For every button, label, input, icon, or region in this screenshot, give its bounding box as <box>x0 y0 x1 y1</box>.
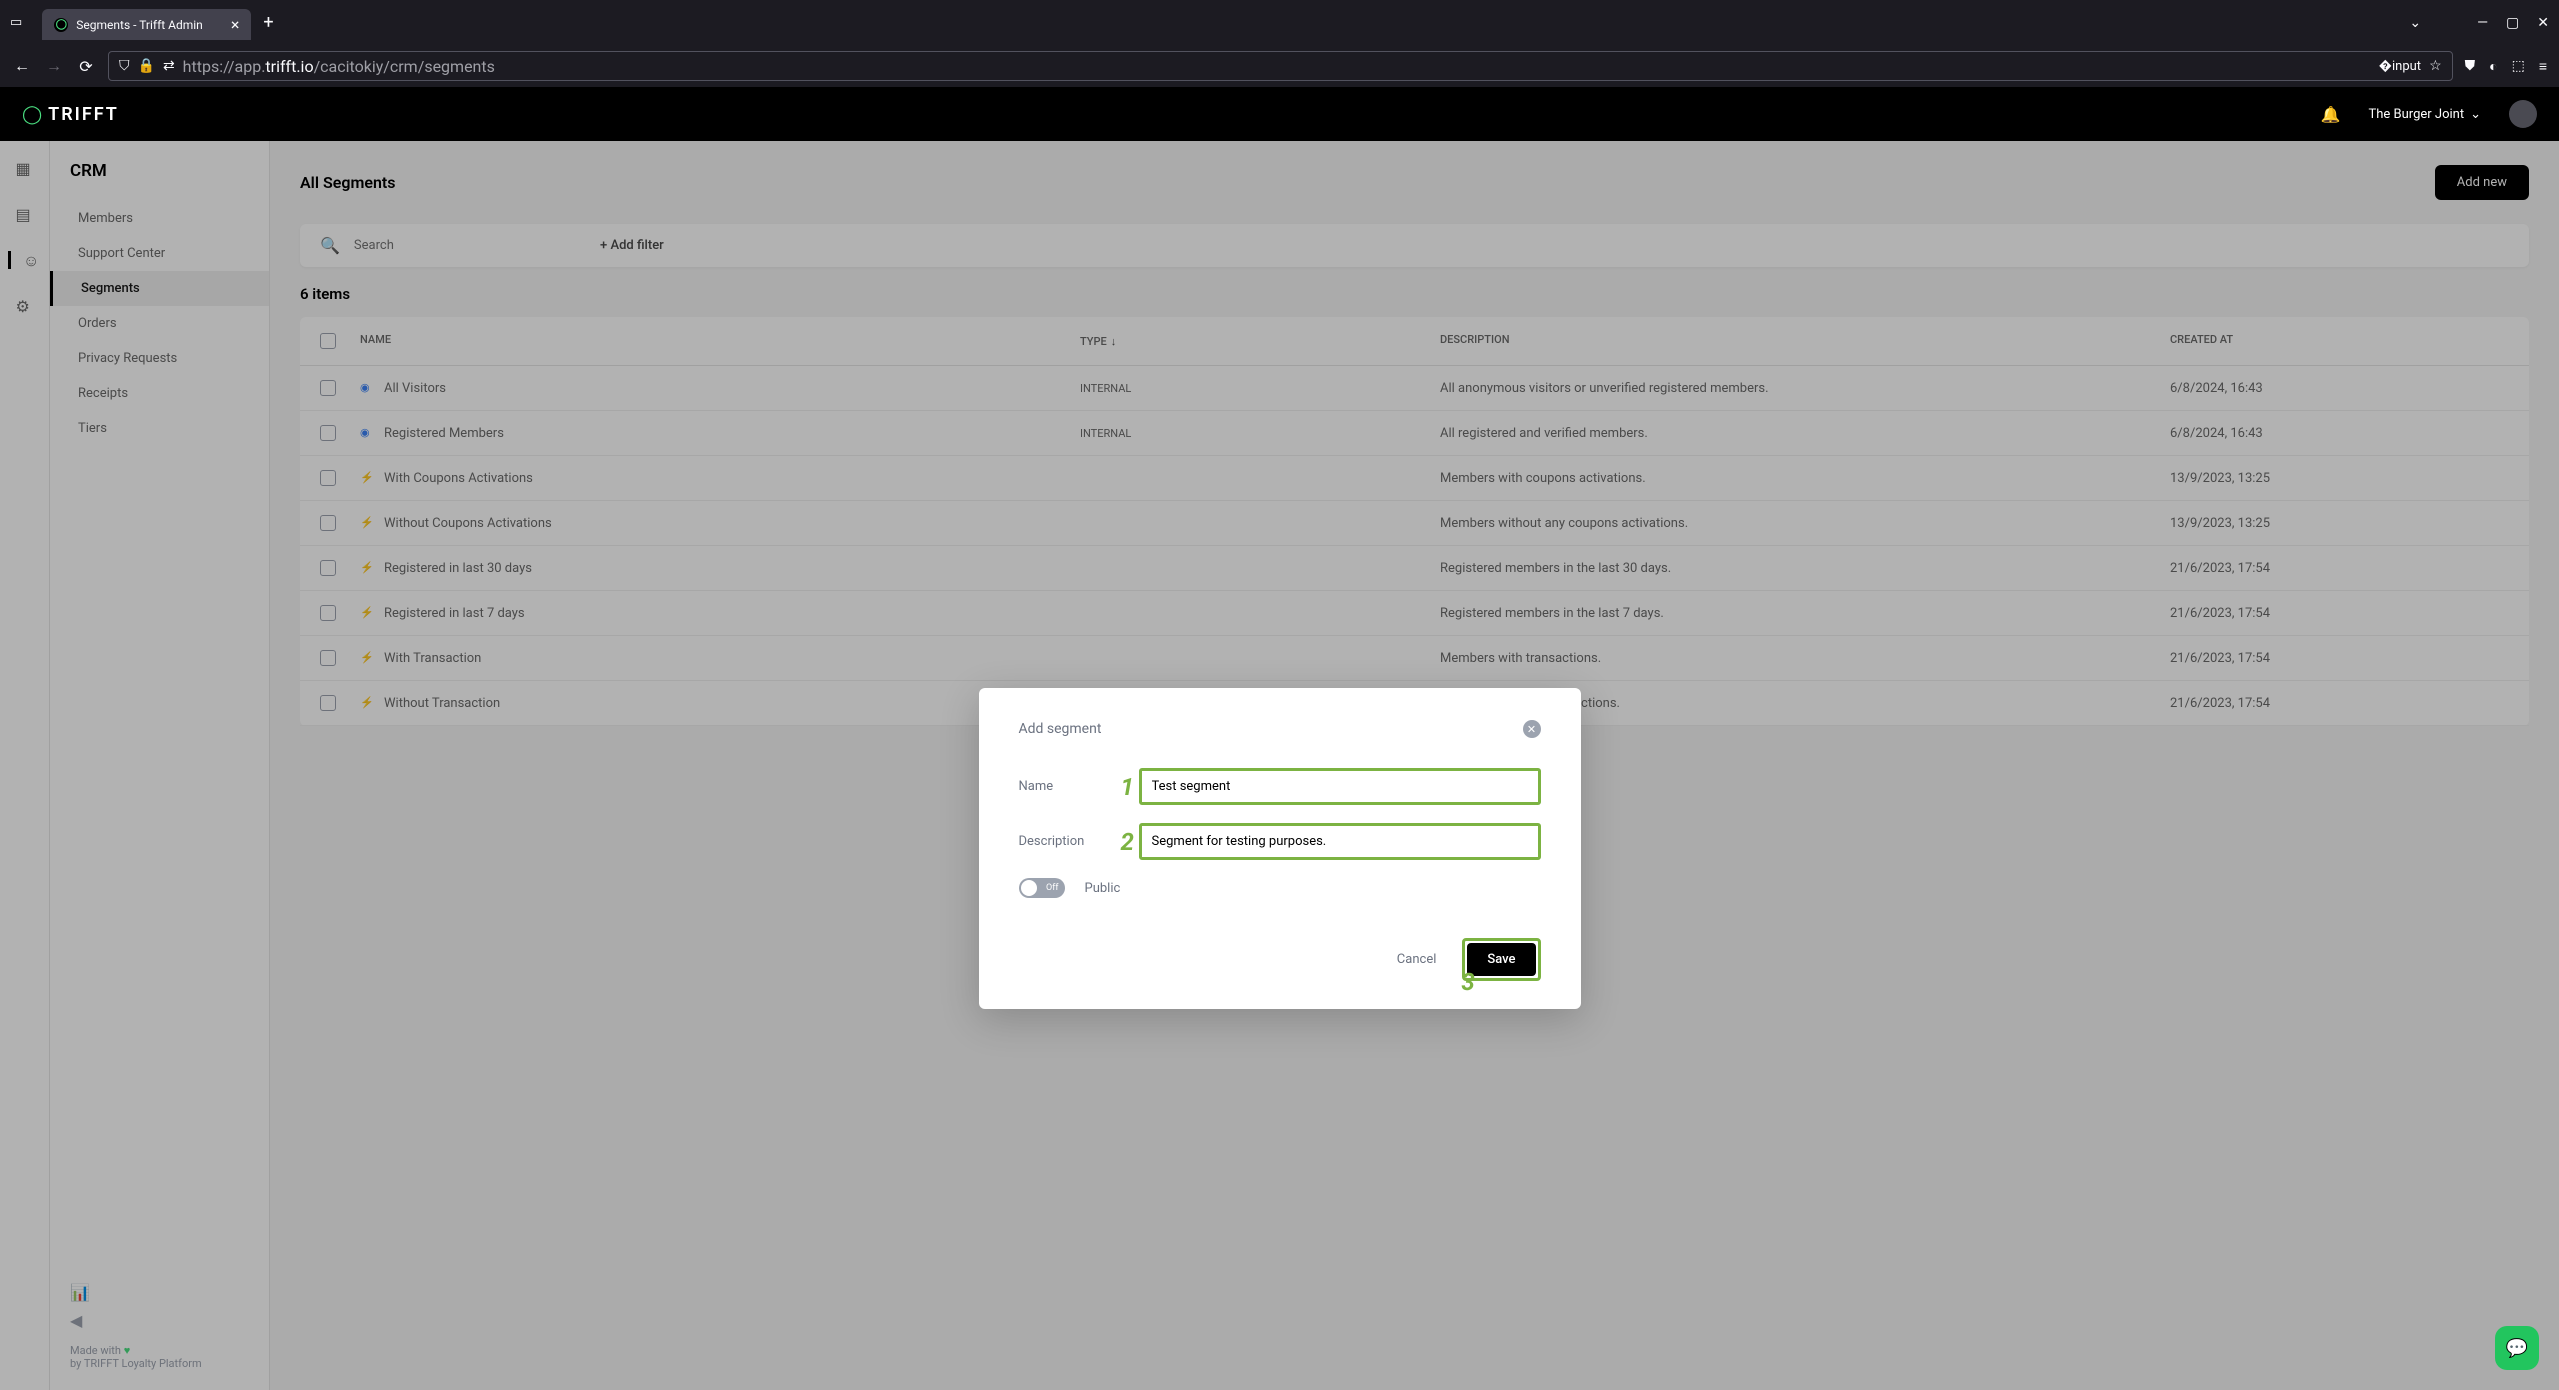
logo-text: TRIFFT <box>48 104 119 125</box>
browser-titlebar: ▭ ◯ Segments - Trifft Admin × + ⌄ — ▢ ✕ <box>0 0 2559 45</box>
tab-favicon-icon: ◯ <box>54 18 68 32</box>
shield-icon[interactable]: ⛉ <box>119 58 130 74</box>
avatar[interactable] <box>2509 100 2537 128</box>
forward-icon: → <box>44 56 64 76</box>
logo[interactable]: ◯ TRIFFT <box>22 104 119 125</box>
reload-icon[interactable]: ⟳ <box>76 57 96 76</box>
maximize-icon[interactable]: ▢ <box>2506 15 2519 31</box>
org-selector[interactable]: The Burger Joint ⌄ <box>2369 107 2482 122</box>
back-icon[interactable]: ← <box>12 56 32 76</box>
chat-widget[interactable]: 💬 <box>2495 1326 2539 1370</box>
public-toggle[interactable]: Off <box>1019 878 1065 898</box>
account-icon[interactable]: ◐ <box>2489 58 2497 75</box>
add-segment-modal: Add segment ✕ Name 1 Description 2 Off P… <box>979 688 1581 1009</box>
toggle-handle <box>1021 880 1037 896</box>
cancel-button[interactable]: Cancel <box>1381 942 1453 977</box>
lock-icon[interactable]: 🔒 <box>138 58 155 74</box>
modal-close-icon[interactable]: ✕ <box>1523 720 1541 738</box>
firefox-menu-icon[interactable]: ▭ <box>10 15 22 30</box>
description-label: Description <box>1019 834 1119 849</box>
annotation-step-3: 3 <box>1461 968 1474 996</box>
org-name: The Burger Joint <box>2369 107 2465 122</box>
name-label: Name <box>1019 779 1119 794</box>
notifications-icon[interactable]: 🔔 <box>2321 105 2341 124</box>
modal-title: Add segment <box>1019 721 1102 737</box>
permissions-icon[interactable]: ⇄ <box>163 58 175 74</box>
tab-close-icon[interactable]: × <box>231 15 240 34</box>
overflow-dropdown-icon[interactable]: ⌄ <box>2409 15 2421 31</box>
tab-title: Segments - Trifft Admin <box>76 18 203 32</box>
pocket-icon[interactable]: ⛊ <box>2465 58 2476 74</box>
minimize-icon[interactable]: — <box>2477 15 2488 31</box>
save-button[interactable]: Save <box>1467 943 1535 976</box>
logo-icon: ◯ <box>22 104 42 125</box>
extensions-icon[interactable]: ⬚ <box>2512 58 2525 74</box>
browser-toolbar: ← → ⟳ ⛉ 🔒 ⇄ https://app.trifft.io/cacito… <box>0 45 2559 87</box>
annotation-step-1: 1 <box>1121 773 1134 801</box>
translate-icon[interactable]: �input <box>2379 59 2421 74</box>
bookmark-icon[interactable]: ☆ <box>2429 58 2442 74</box>
app-header: ◯ TRIFFT 🔔 The Burger Joint ⌄ <box>0 87 2559 141</box>
description-input[interactable] <box>1139 823 1541 860</box>
new-tab-button[interactable]: + <box>263 12 273 33</box>
browser-tab[interactable]: ◯ Segments - Trifft Admin × <box>42 9 251 40</box>
chat-icon: 💬 <box>2506 1338 2528 1359</box>
url-bar[interactable]: ⛉ 🔒 ⇄ https://app.trifft.io/cacitokiy/cr… <box>108 51 2453 81</box>
annotation-step-2: 2 <box>1121 828 1134 856</box>
public-label: Public <box>1085 881 1121 896</box>
name-input[interactable] <box>1139 768 1541 805</box>
toggle-off-label: Off <box>1046 883 1058 893</box>
url-text: https://app.trifft.io/cacitokiy/crm/segm… <box>183 57 495 76</box>
close-window-icon[interactable]: ✕ <box>2537 15 2549 31</box>
menu-icon[interactable]: ≡ <box>2539 58 2547 75</box>
chevron-down-icon: ⌄ <box>2470 107 2481 122</box>
